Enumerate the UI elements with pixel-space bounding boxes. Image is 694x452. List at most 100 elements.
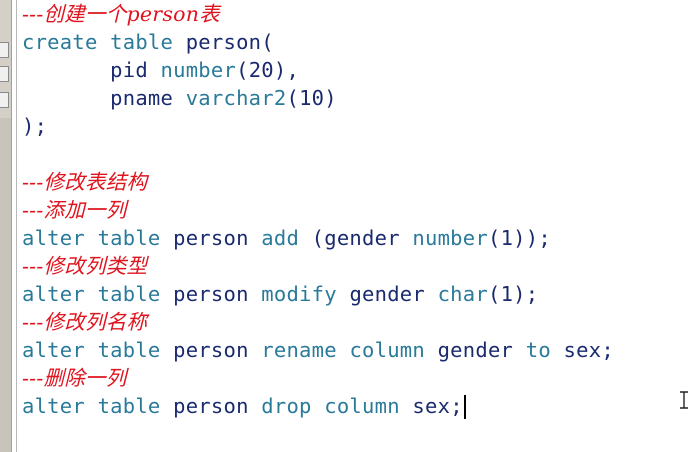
text-caret [463,395,466,419]
editor-gutter [0,0,12,452]
comment-line[interactable]: ---添加一列 [22,196,694,224]
sql-comment: ---添加一列 [22,198,127,222]
sql-punctuation: )); [513,226,551,250]
sql-keyword: table [97,282,161,306]
sql-punctuation: ; [601,338,614,362]
sql-number: 20 [248,58,274,82]
sql-identifier: person [173,282,249,306]
sql-punctuation: ); [22,114,48,138]
sql-punctuation: ( [487,226,501,250]
sql-punctuation: ), [273,58,300,82]
sql-keyword: table [97,394,161,418]
sql-punctuation: ); [513,282,539,306]
sql-keyword: number [160,58,237,82]
sql-keyword: table [97,226,161,250]
sql-number: 10 [299,86,325,110]
sql-keyword: modify [261,282,337,306]
sql-keyword: alter [22,338,85,362]
code-line[interactable]: alter table person drop column sex; [22,392,694,420]
sql-punctuation: ( [286,86,300,110]
sql-comment: ---删除一列 [22,366,127,390]
sql-keyword: column [349,338,425,362]
comment-line[interactable]: ---修改列名称 [22,308,694,336]
code-line[interactable]: alter table person add (gender number(1)… [22,224,694,252]
sql-identifier: gender [324,226,400,250]
sql-comment: ---创建一个person表 [22,2,220,26]
sql-identifier: person [185,30,262,54]
comment-line[interactable]: ---创建一个person表 [22,0,694,28]
sql-keyword: number [412,226,488,250]
code-line[interactable]: ); [22,112,694,140]
gutter-shade [0,118,11,452]
code-line[interactable]: alter table person modify gender char(1)… [22,280,694,308]
sql-identifier: gender [437,338,514,362]
code-line[interactable] [22,140,694,168]
code-line[interactable]: pid number(20), [22,56,694,84]
sql-identifier: sex [563,338,602,362]
fold-toggle-icon[interactable] [0,42,9,58]
comment-line[interactable]: ---修改表结构 [22,168,694,196]
sql-identifier: pname [110,86,174,110]
sql-comment: ---修改列类型 [22,254,148,278]
sql-identifier: gender [349,282,425,306]
code-line[interactable]: alter table person rename column gender … [22,336,694,364]
sql-keyword: varchar2 [185,86,287,110]
code-editor[interactable]: ---创建一个person表 create table person( pid n… [22,0,694,420]
sql-keyword: add [261,226,300,250]
sql-keyword: rename [261,338,337,362]
sql-keyword: column [324,394,400,418]
comment-line[interactable]: ---修改列类型 [22,252,694,280]
sql-comment: ---修改列名称 [22,310,148,334]
sql-identifier: person [173,394,249,418]
sql-keyword: drop [261,394,312,418]
fold-toggle-icon[interactable] [0,92,9,108]
sql-keyword: alter [22,226,85,250]
sql-identifier: sex [412,394,451,418]
sql-punctuation: ( [261,30,274,54]
sql-keyword: alter [22,282,85,306]
comment-line[interactable]: ---删除一列 [22,364,694,392]
sql-identifier: pid [110,58,148,82]
fold-toggle-icon[interactable] [0,66,9,82]
sql-keyword: alter [22,394,85,418]
sql-number: 1 [500,282,514,306]
code-line[interactable]: create table person( [22,28,694,56]
sql-keyword: char [437,282,488,306]
editor-margin-line [16,0,17,452]
sql-comment: ---修改表结构 [22,170,148,194]
sql-punctuation: ( [236,58,249,82]
sql-punctuation: ( [487,282,501,306]
sql-identifier: person [173,226,249,250]
sql-punctuation: ) [324,86,337,110]
code-line[interactable]: pname varchar2(10) [22,84,694,112]
sql-keyword: table [97,338,161,362]
sql-number: 1 [500,226,514,250]
